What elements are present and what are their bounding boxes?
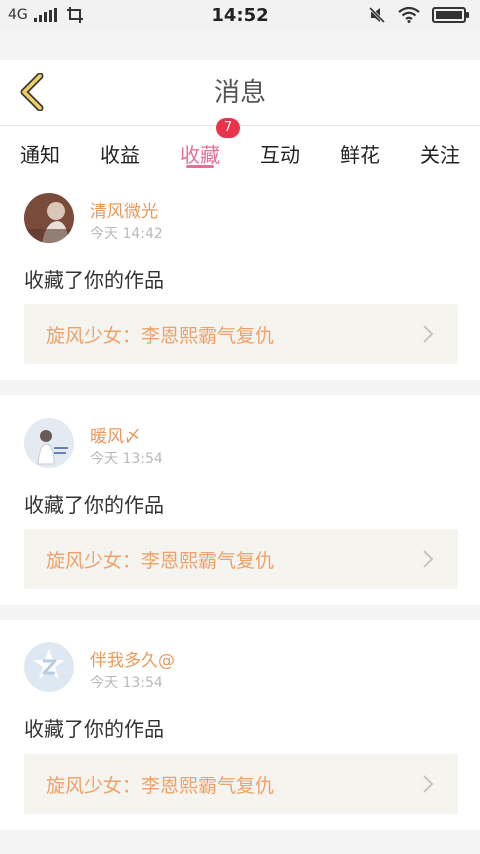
battery-icon bbox=[432, 7, 469, 23]
work-title: 旋风少女：李恩熙霸气复仇 bbox=[46, 324, 275, 347]
wifi-icon bbox=[398, 7, 420, 23]
tab-interactions[interactable]: 互动 bbox=[260, 126, 300, 180]
tab-earnings[interactable]: 收益 bbox=[100, 126, 140, 180]
work-link[interactable]: 旋风少女：李恩熙霸气复仇 bbox=[24, 529, 458, 589]
message-text: 收藏了你的作品 bbox=[24, 717, 164, 741]
message-card: 清风微光 今天 14:42 收藏了你的作品 旋风少女：李恩熙霸气复仇 bbox=[0, 180, 480, 380]
work-link[interactable]: 旋风少女：李恩熙霸气复仇 bbox=[24, 754, 458, 814]
work-link[interactable]: 旋风少女：李恩熙霸气复仇 bbox=[24, 304, 458, 364]
message-text: 收藏了你的作品 bbox=[24, 493, 164, 517]
default-avatar-icon bbox=[24, 642, 74, 692]
tab-label: 鲜花 bbox=[340, 142, 380, 167]
tab-follows[interactable]: 关注 bbox=[420, 126, 460, 180]
mute-icon bbox=[368, 6, 386, 24]
chevron-right-icon bbox=[423, 550, 434, 568]
tab-favorites[interactable]: 收藏 7 bbox=[180, 118, 240, 180]
tab-flowers[interactable]: 鲜花 bbox=[340, 126, 380, 180]
tab-label: 收益 bbox=[100, 142, 140, 167]
status-right bbox=[368, 6, 469, 24]
unread-badge: 7 bbox=[216, 118, 240, 138]
message-time: 今天 13:54 bbox=[90, 675, 163, 691]
tab-label: 通知 bbox=[20, 142, 60, 167]
tab-label: 互动 bbox=[260, 142, 300, 167]
avatar[interactable] bbox=[24, 642, 74, 692]
message-time: 今天 13:54 bbox=[90, 451, 163, 467]
page-title: 消息 bbox=[213, 78, 266, 108]
header: 消息 bbox=[0, 60, 480, 126]
status-left: 4G bbox=[8, 6, 84, 24]
chevron-right-icon bbox=[423, 325, 434, 343]
work-title: 旋风少女：李恩熙霸气复仇 bbox=[46, 774, 275, 797]
status-bar: 4G 14:52 bbox=[0, 0, 480, 30]
tab-label: 关注 bbox=[420, 142, 460, 167]
avatar-photo-icon bbox=[24, 193, 74, 243]
chevron-right-icon bbox=[423, 775, 434, 793]
username[interactable]: 伴我多久@ bbox=[90, 646, 175, 671]
message-text: 收藏了你的作品 bbox=[24, 268, 164, 292]
work-title: 旋风少女：李恩熙霸气复仇 bbox=[46, 549, 275, 572]
avatar-photo-icon bbox=[24, 418, 74, 468]
screenshot-icon bbox=[66, 7, 83, 23]
signal-icon bbox=[33, 8, 57, 22]
tab-bar: 通知 收益 收藏 7 互动 鲜花 关注 bbox=[0, 118, 480, 180]
message-card: 暖风〆 今天 13:54 收藏了你的作品 旋风少女：李恩熙霸气复仇 bbox=[0, 395, 480, 605]
avatar[interactable] bbox=[24, 193, 74, 243]
message-time: 今天 14:42 bbox=[90, 226, 163, 242]
network-type: 4G bbox=[8, 7, 28, 23]
username[interactable]: 清风微光 bbox=[90, 197, 158, 222]
tab-notifications[interactable]: 通知 bbox=[20, 126, 60, 180]
message-card: 伴我多久@ 今天 13:54 收藏了你的作品 旋风少女：李恩熙霸气复仇 bbox=[0, 620, 480, 830]
avatar[interactable] bbox=[24, 418, 74, 468]
tab-label: 收藏 bbox=[180, 142, 220, 167]
username[interactable]: 暖风〆 bbox=[90, 422, 141, 447]
